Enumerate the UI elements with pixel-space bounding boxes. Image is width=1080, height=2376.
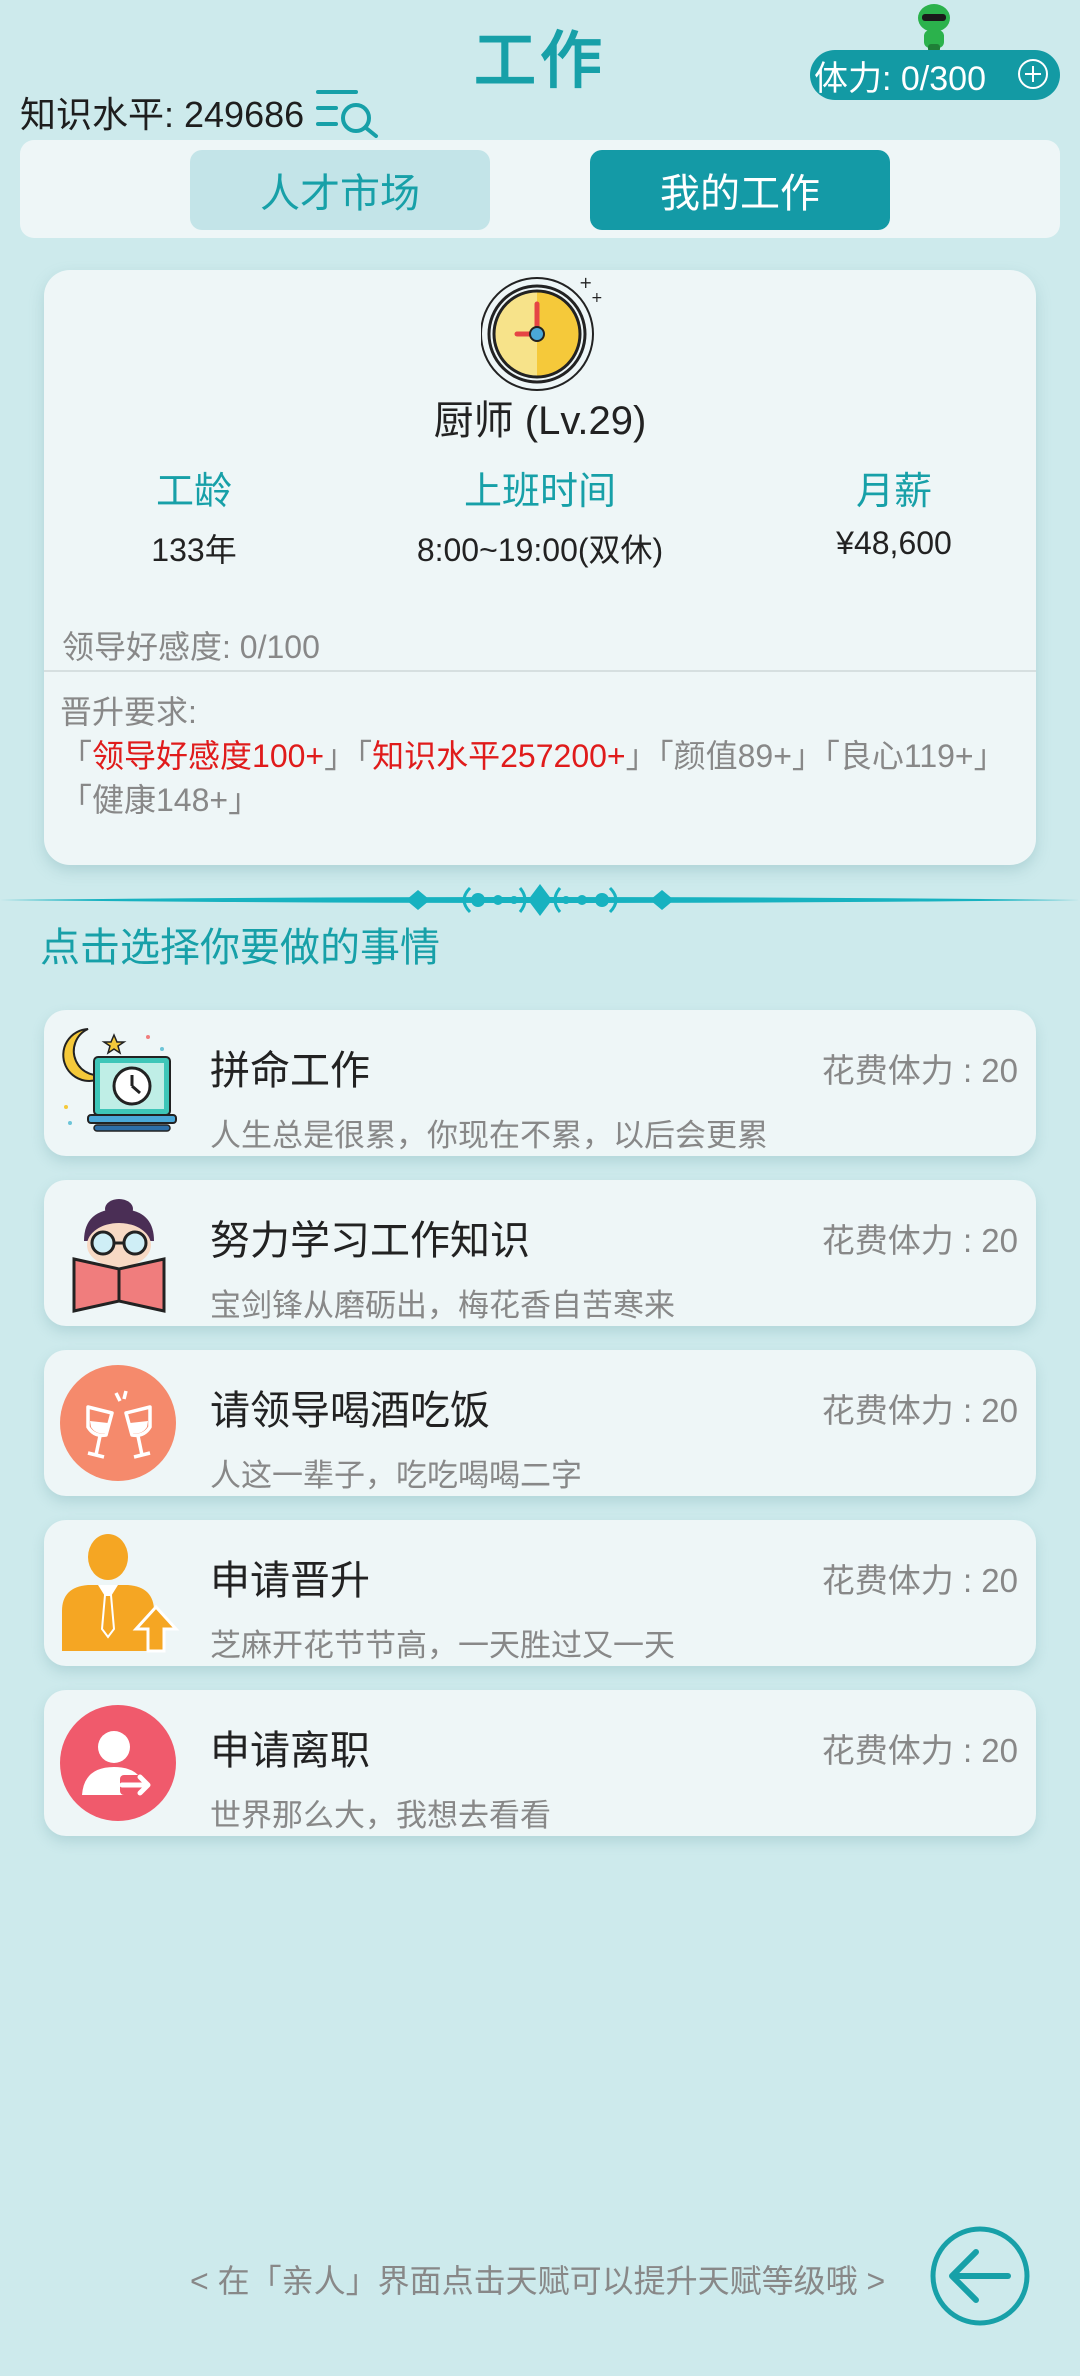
stat-value: ¥48,600 [836, 525, 952, 561]
action-cost: 花费体力 : 20 [821, 1732, 1018, 1769]
stat-seniority: 工龄 133年 [94, 460, 294, 571]
req-part: 「 [60, 738, 93, 774]
action-name: 申请晋升 [210, 1559, 370, 1603]
stat-label: 上班时间 [463, 471, 616, 513]
requirements-list: 「领导好感度100+」「知识水平257200+」「颜值89+」「良心119+」「… [60, 734, 1020, 822]
action-desc: 人这一辈子，吃吃喝喝二字 [210, 1458, 582, 1493]
action-desc: 人生总是很累，你现在不累，以后会更累 [210, 1118, 768, 1153]
stamina-label: 体力: 0/300 [814, 59, 986, 98]
promotion-requirements: 晋升要求: 「领导好感度100+」「知识水平257200+」「颜值89+」「良心… [60, 690, 1020, 822]
action-cost: 花费体力 : 20 [821, 1222, 1018, 1259]
study-icon [72, 1199, 166, 1313]
stat-label: 工龄 [155, 471, 232, 513]
action-name: 申请离职 [210, 1729, 370, 1773]
action-cost: 花费体力 : 20 [821, 1052, 1018, 1089]
tab-bar: 人才市场 我的工作 [20, 140, 1060, 238]
search-list-icon[interactable] [316, 86, 380, 138]
action-name: 请领导喝酒吃饭 [210, 1389, 490, 1433]
action-name: 努力学习工作知识 [210, 1219, 530, 1263]
mascot-icon [918, 4, 950, 52]
action-promotion[interactable]: 申请晋升 花费体力 : 20 芝麻开花节节高，一天胜过又一天 [44, 1520, 1036, 1666]
action-desc: 宝剑锋从磨砺出，梅花香自苦寒来 [210, 1288, 675, 1323]
tab-my-job[interactable]: 我的工作 [590, 150, 890, 230]
cheers-icon [60, 1365, 176, 1481]
action-desc: 世界那么大，我想去看看 [210, 1798, 551, 1833]
action-desc: 芝麻开花节节高，一天胜过又一天 [210, 1628, 675, 1663]
tab-talent-market[interactable]: 人才市场 [190, 150, 490, 230]
stat-salary: 月薪 ¥48,600 [794, 460, 994, 562]
promotion-icon [62, 1534, 180, 1653]
action-treat-leader[interactable]: 请领导喝酒吃饭 花费体力 : 20 人这一辈子，吃吃喝喝二字 [44, 1350, 1036, 1496]
knowledge-level: 知识水平: 249686 [20, 86, 380, 138]
leader-favor: 领导好感度: 0/100 [62, 629, 320, 665]
action-cost: 花费体力 : 20 [821, 1392, 1018, 1429]
work-night-icon [62, 1028, 177, 1132]
clock-icon: + + [481, 274, 603, 391]
tip-hint: < 在「亲人」界面点击天赋可以提升天赋等级哦 > [190, 2263, 886, 2299]
action-work-hard[interactable]: 拼命工作 花费体力 : 20 人生总是很累，你现在不累，以后会更累 [44, 1010, 1036, 1156]
stat-label: 月薪 [855, 471, 932, 513]
ornament-divider [0, 884, 1080, 916]
action-study[interactable]: 努力学习工作知识 花费体力 : 20 宝剑锋从磨砺出，梅花香自苦寒来 [44, 1180, 1036, 1326]
req-part: 」「 [324, 738, 373, 774]
svg-text:+: + [591, 290, 603, 306]
add-stamina-icon[interactable] [1018, 59, 1048, 89]
action-name: 拼命工作 [210, 1049, 370, 1093]
job-card: + + 厨师 (Lv.29) 工龄 133年 上班时间 8:00~19:00(双… [44, 270, 1036, 865]
requirements-title: 晋升要求: [60, 694, 197, 730]
back-arrow-icon[interactable] [928, 2224, 1032, 2328]
req-part-unmet: 知识水平257200+ [372, 738, 626, 774]
req-part-unmet: 领导好感度100+ [92, 738, 325, 774]
stat-work-hours: 上班时间 8:00~19:00(双休) [350, 460, 730, 571]
job-title: 厨师 (Lv.29) [433, 399, 647, 443]
stamina-badge[interactable]: 体力: 0/300 [810, 50, 1060, 100]
action-resign[interactable]: 申请离职 花费体力 : 20 世界那么大，我想去看看 [44, 1690, 1036, 1836]
resign-icon [60, 1705, 176, 1821]
action-prompt: 点击选择你要做的事情 [40, 926, 440, 970]
action-cost: 花费体力 : 20 [821, 1562, 1018, 1599]
stat-value: 8:00~19:00(双休) [416, 532, 664, 568]
knowledge-label: 知识水平: 249686 [20, 94, 305, 135]
stat-value: 133年 [151, 532, 237, 568]
divider [44, 670, 1036, 672]
